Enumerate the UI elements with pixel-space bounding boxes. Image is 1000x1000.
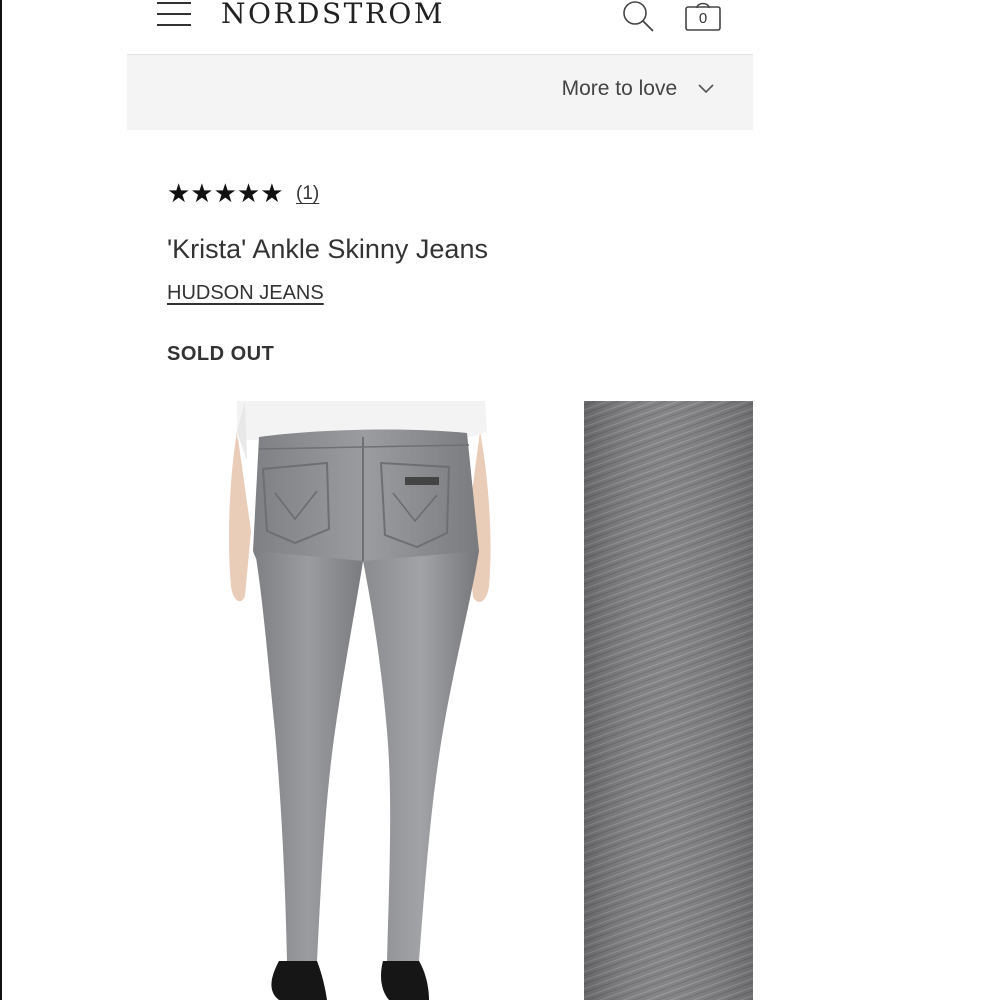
more-to-love-dropdown[interactable]: More to love — [562, 77, 715, 101]
review-count-link[interactable]: (1) — [296, 183, 319, 204]
hamburger-menu-icon[interactable] — [157, 2, 193, 28]
product-main-image[interactable] — [167, 401, 557, 1000]
product-rating: ★★★★★ (1) — [167, 178, 319, 212]
product-page: NORDSTROM 0 More to love ★★★★★ (1) 'Kris… — [127, 0, 753, 1000]
brand-logo[interactable]: NORDSTROM — [221, 0, 445, 30]
chevron-down-icon — [697, 77, 715, 101]
product-title: 'Krista' Ankle Skinny Jeans — [167, 234, 488, 264]
rating-stars: ★★★★★ — [167, 178, 284, 208]
fabric-swatch-image[interactable] — [584, 401, 753, 1000]
search-icon[interactable] — [621, 0, 657, 34]
shopping-bag-button[interactable]: 0 — [683, 0, 725, 34]
stock-status: SOLD OUT — [167, 343, 275, 365]
screen-edge — [0, 0, 2, 1000]
bag-count-badge: 0 — [698, 10, 708, 27]
more-to-love-label: More to love — [561, 77, 678, 100]
product-brand-link[interactable]: HUDSON JEANS — [167, 282, 324, 305]
more-to-love-bar: More to love — [127, 55, 753, 130]
site-header: NORDSTROM 0 — [127, 0, 753, 55]
